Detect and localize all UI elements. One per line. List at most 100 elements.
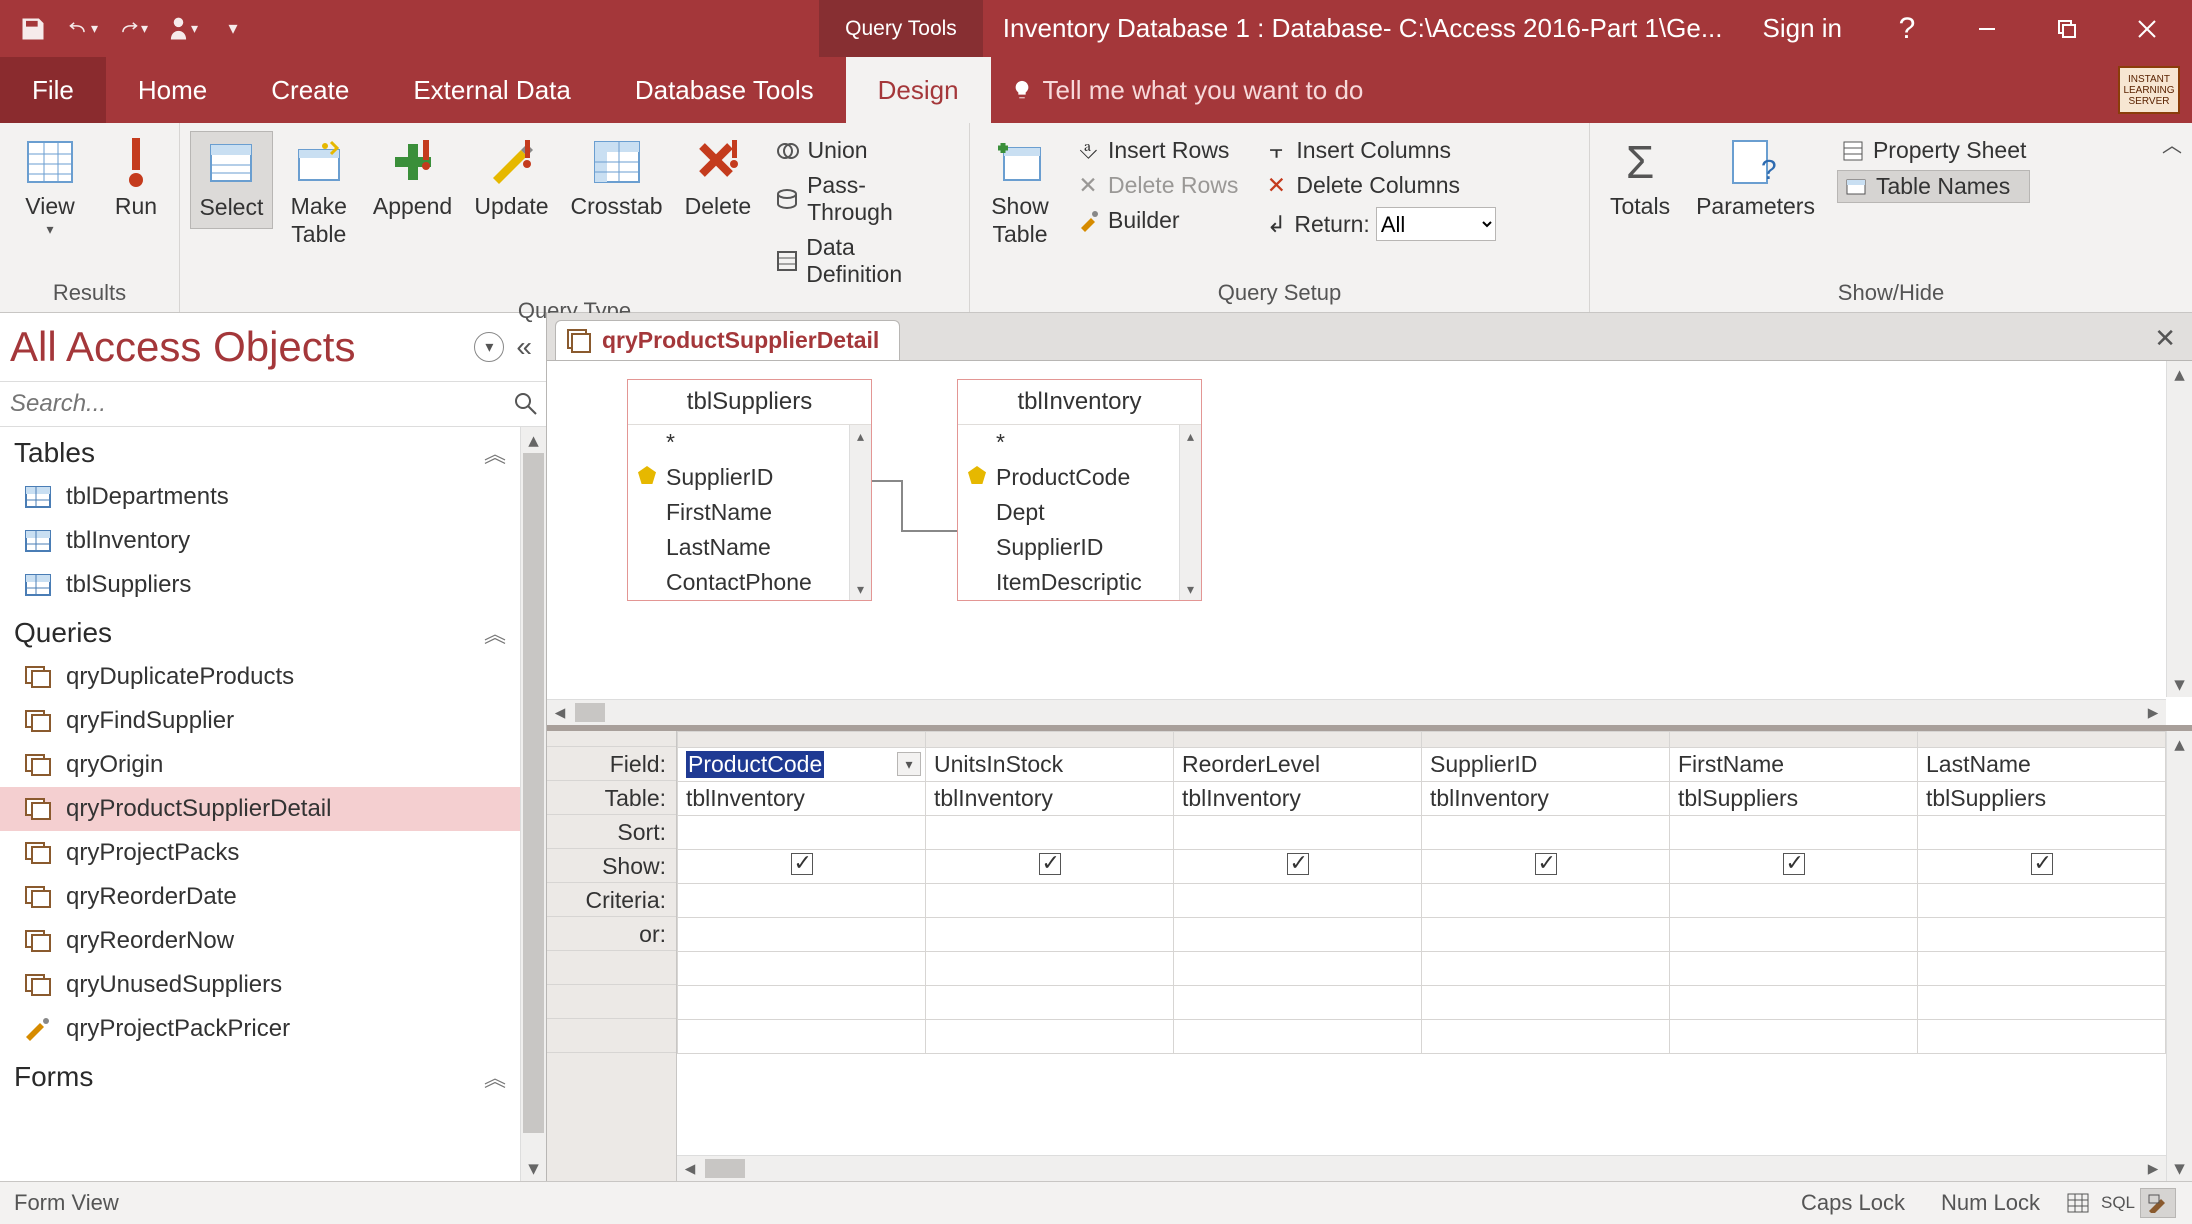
nav-item-query[interactable]: qryProjectPacks [0,831,520,875]
nav-item-table[interactable]: tblDepartments [0,475,520,519]
table-cell[interactable]: tblInventory [926,782,1174,816]
grid-cell[interactable] [926,986,1174,1020]
or-cell[interactable] [1918,918,2166,952]
nav-item-query[interactable]: qryReorderNow [0,919,520,963]
sort-cell[interactable] [1422,816,1670,850]
search-input[interactable] [0,382,506,426]
scroll-up-button[interactable]: ▴ [521,427,546,453]
diagram-vscrollbar[interactable]: ▴▾ [2166,361,2192,697]
view-button[interactable]: View ▾ [10,131,90,244]
tab-database-tools[interactable]: Database Tools [603,57,846,123]
chevron-up-icon[interactable]: ︽ [484,1061,506,1093]
document-tab[interactable]: qryProductSupplierDetail [555,320,900,360]
data-definition-button[interactable]: Data Definition [772,232,954,290]
maximize-button[interactable] [2052,14,2082,44]
field-cell[interactable]: ProductCode▾ [678,748,926,782]
save-icon[interactable] [18,14,48,44]
tab-design[interactable]: Design [846,57,991,123]
grid-cell[interactable] [678,952,926,986]
datasheet-view-button[interactable] [2060,1188,2096,1218]
field-cell[interactable]: ReorderLevel [1174,748,1422,782]
builder-button[interactable]: Builder [1072,205,1242,236]
nav-item-table[interactable]: tblSuppliers [0,563,520,607]
nav-group-queries[interactable]: Queries︽ [0,607,520,655]
grid-cell[interactable] [678,1020,926,1054]
show-cell[interactable] [1174,850,1422,884]
nav-item-query[interactable]: qryProductSupplierDetail [0,787,520,831]
chevron-up-icon[interactable]: ︽ [484,617,506,649]
nav-item-query[interactable]: qryProjectPackPricer [0,1007,520,1051]
nav-item-query[interactable]: qryUnusedSuppliers [0,963,520,1007]
checkbox[interactable] [1039,853,1061,875]
tab-file[interactable]: File [0,57,106,123]
table-box-inventory[interactable]: tblInventory *ProductCodeDeptSupplierIDI… [957,379,1202,601]
table-field[interactable]: ContactPhone [628,565,871,600]
grid-cell[interactable] [1422,986,1670,1020]
criteria-cell[interactable] [1918,884,2166,918]
criteria-cell[interactable] [1670,884,1918,918]
delete-columns-button[interactable]: ✕Delete Columns [1260,170,1499,201]
sort-cell[interactable] [1174,816,1422,850]
table-cell[interactable]: tblInventory [1174,782,1422,816]
or-cell[interactable] [678,918,926,952]
grid-hscrollbar[interactable]: ◂▸ [677,1155,2166,1181]
show-cell[interactable] [926,850,1174,884]
grid-cell[interactable] [1670,1020,1918,1054]
criteria-cell[interactable] [678,884,926,918]
sort-cell[interactable] [678,816,926,850]
append-button[interactable]: Append [365,131,460,227]
nav-item-query[interactable]: qryDuplicateProducts [0,655,520,699]
nav-item-query[interactable]: qryOrigin [0,743,520,787]
tab-home[interactable]: Home [106,57,239,123]
grid-cell[interactable] [1174,1020,1422,1054]
sort-cell[interactable] [926,816,1174,850]
or-cell[interactable] [1422,918,1670,952]
criteria-cell[interactable] [1174,884,1422,918]
relationship-line[interactable] [872,471,957,541]
redo-icon[interactable]: ▾ [118,14,148,44]
insert-rows-button[interactable]: ⎀Insert Rows [1072,135,1242,166]
table-cell[interactable]: tblSuppliers [1918,782,2166,816]
table-field[interactable]: * [628,425,871,460]
table-field[interactable]: SupplierID [628,460,871,495]
tab-external-data[interactable]: External Data [381,57,603,123]
sort-cell[interactable] [1670,816,1918,850]
or-cell[interactable] [1670,918,1918,952]
make-table-button[interactable]: Make Table [279,131,359,254]
minimize-button[interactable] [1972,14,2002,44]
tab-create[interactable]: Create [239,57,381,123]
grid-cell[interactable] [926,952,1174,986]
checkbox[interactable] [1535,853,1557,875]
return-select[interactable]: All [1376,207,1496,241]
checkbox[interactable] [791,853,813,875]
undo-icon[interactable]: ▾ [68,14,98,44]
collapse-ribbon-button[interactable]: ︿ [2162,129,2182,158]
grid-cell[interactable] [1422,1020,1670,1054]
checkbox[interactable] [2031,853,2053,875]
delete-query-button[interactable]: Delete [676,131,759,227]
grid-cell[interactable] [1670,986,1918,1020]
totals-button[interactable]: Σ Totals [1600,131,1680,227]
close-tab-button[interactable]: ✕ [2154,323,2176,354]
table-cell[interactable]: tblInventory [1422,782,1670,816]
table-field[interactable]: ItemDescriptic [958,565,1201,600]
delete-rows-button[interactable]: ✕Delete Rows [1072,170,1242,201]
checkbox[interactable] [1783,853,1805,875]
run-button[interactable]: Run [96,131,176,227]
table-cell[interactable]: tblInventory [678,782,926,816]
nav-collapse-button[interactable]: « [516,331,532,363]
field-cell[interactable]: LastName [1918,748,2166,782]
tell-me-search[interactable]: Tell me what you want to do [991,57,1384,123]
grid-cell[interactable] [1918,986,2166,1020]
field-cell[interactable]: SupplierID [1422,748,1670,782]
union-button[interactable]: Union [772,135,954,166]
checkbox[interactable] [1287,853,1309,875]
nav-group-tables[interactable]: Tables︽ [0,427,520,475]
table-scrollbar[interactable]: ▴▾ [1179,425,1201,600]
grid-cell[interactable] [926,1020,1174,1054]
diagram-hscrollbar[interactable]: ◂▸ [547,699,2166,725]
table-scrollbar[interactable]: ▴▾ [849,425,871,600]
grid-cell[interactable] [1174,986,1422,1020]
table-box-suppliers[interactable]: tblSuppliers *SupplierIDFirstNameLastNam… [627,379,872,601]
column-header[interactable] [1422,732,1670,748]
